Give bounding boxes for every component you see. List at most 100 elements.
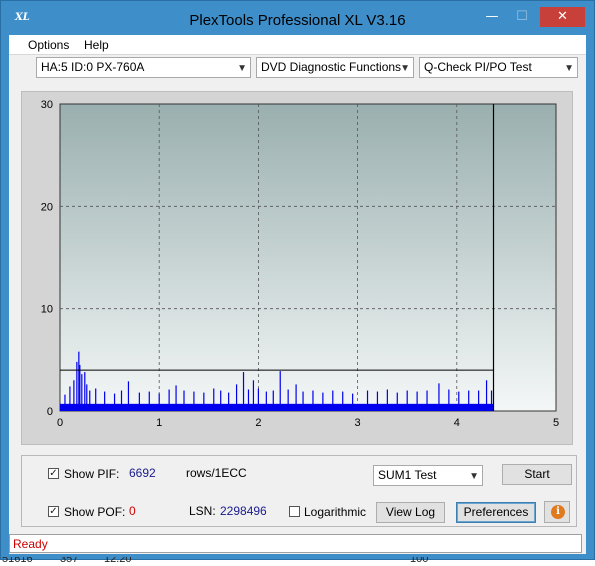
x-tick-label: 4 (454, 417, 460, 429)
chart-bar (416, 391, 418, 411)
bg-value-c: 12.20 (104, 557, 132, 565)
chart-bar (279, 371, 281, 411)
show-pof-label: Show POF: (64, 505, 126, 519)
chart-bar (366, 390, 369, 411)
lsn-label: LSN: (189, 504, 216, 518)
chart-bar (89, 390, 91, 411)
test-select-value: Q-Check PI/PO Test (424, 60, 532, 74)
bg-value-d: 100 (410, 557, 429, 565)
pof-value: 0 (129, 504, 136, 518)
function-select[interactable]: DVD Diagnostic Functions ▼ (256, 57, 414, 78)
chart-bar (148, 391, 150, 411)
menu-bar: Options Help (9, 35, 586, 54)
title-bar[interactable]: XL PlexTools Professional XL V3.16 — ☐ ✕ (1, 1, 594, 35)
status-bar: Ready (9, 534, 582, 553)
chart-bar (213, 388, 215, 411)
chart-bar (79, 364, 81, 411)
pi-po-chart: 0 1 2 3 4 5 0 10 20 30 (41, 99, 559, 429)
chart-bar (168, 389, 170, 411)
checkmark-icon: ✓ (49, 506, 58, 517)
chart-bar (220, 390, 222, 411)
chart-bar (426, 390, 428, 411)
chevron-down-icon: ▼ (400, 63, 410, 74)
y-tick-label: 20 (41, 201, 53, 213)
start-button[interactable]: Start (502, 464, 572, 485)
chart-bar (312, 390, 314, 411)
chart-bar (468, 390, 470, 411)
chart-bar (73, 380, 75, 411)
y-tick-label: 10 (41, 304, 53, 316)
chart-bar (193, 391, 195, 411)
logarithmic-label: Logarithmic (304, 505, 367, 519)
rows-label: rows/1ECC (186, 466, 247, 480)
chart-bar (235, 384, 238, 411)
chevron-down-icon: ▼ (237, 63, 247, 74)
x-tick-label: 5 (553, 417, 559, 429)
chart-bar (272, 390, 274, 411)
show-pif-label: Show PIF: (64, 467, 120, 481)
controls-panel: ✓ Show PIF: 6692 rows/1ECC SUM1 Test ▼ S… (21, 455, 577, 527)
x-tick-label: 1 (156, 417, 162, 429)
x-tick-label: 2 (255, 417, 261, 429)
chart-bar (138, 392, 140, 411)
preferences-button[interactable]: Preferences (456, 502, 536, 523)
plot-area (59, 103, 557, 412)
function-select-value: DVD Diagnostic Functions (261, 60, 402, 74)
chart-bar (458, 391, 460, 411)
y-tick-label: 0 (47, 406, 53, 418)
chart-bar (257, 388, 259, 411)
chart-bar-base (60, 403, 494, 411)
chart-bar (84, 372, 86, 411)
menu-separator (9, 54, 586, 55)
client-area: Options Help HA:5 ID:0 PX-760A ▼ DVD Dia… (9, 35, 586, 554)
logarithmic-checkbox[interactable] (289, 506, 300, 517)
chart-bar (485, 380, 488, 411)
chart-bar (228, 392, 230, 411)
window-title: PlexTools Professional XL V3.16 (189, 12, 406, 29)
maximize-button[interactable]: ☐ (509, 7, 535, 27)
checkmark-icon: ✓ (49, 468, 58, 479)
view-log-button[interactable]: View Log (376, 502, 445, 523)
show-pof-checkbox[interactable]: ✓ (48, 506, 59, 517)
sum-test-value: SUM1 Test (378, 468, 437, 482)
chart-bar (352, 393, 354, 411)
y-tick-label: 30 (41, 99, 53, 111)
chart-bar (76, 361, 78, 411)
chart-bar (448, 389, 450, 411)
chart-bar (69, 386, 71, 411)
status-text: Ready (13, 537, 48, 551)
lsn-value: 2298496 (220, 504, 267, 518)
chart-bar (332, 390, 334, 411)
chart-bar (490, 390, 493, 411)
bg-value-a: 51616 (2, 557, 33, 565)
chart-bar (376, 391, 379, 411)
chart-bar (242, 372, 245, 411)
chart-bar (265, 391, 267, 411)
show-pif-checkbox[interactable]: ✓ (48, 468, 59, 479)
menu-options[interactable]: Options (28, 38, 69, 52)
chevron-down-icon: ▼ (469, 471, 479, 482)
menu-help[interactable]: Help (84, 38, 109, 52)
chart-bar (95, 388, 97, 411)
test-select[interactable]: Q-Check PI/PO Test ▼ (419, 57, 578, 78)
bg-value-b: 357 (60, 557, 79, 565)
chart-bar (342, 391, 344, 411)
sum-test-select[interactable]: SUM1 Test ▼ (373, 465, 483, 486)
chart-bar (302, 391, 304, 411)
chart-bar (86, 384, 88, 411)
chart-bar (478, 390, 480, 411)
chart-bar (113, 393, 116, 411)
chevron-down-icon: ▼ (564, 63, 574, 74)
close-button[interactable]: ✕ (540, 7, 585, 27)
chart-bar (64, 394, 66, 411)
chart-bar (81, 374, 83, 411)
pif-value: 6692 (129, 466, 156, 480)
chart-bar (175, 385, 177, 411)
minimize-button[interactable]: — (479, 7, 505, 27)
x-tick-label: 0 (57, 417, 63, 429)
drive-select[interactable]: HA:5 ID:0 PX-760A ▼ (36, 57, 251, 78)
chart-bar (203, 392, 205, 411)
chart-bar (158, 393, 160, 411)
info-button[interactable]: i (544, 501, 570, 523)
chart-bar (295, 384, 297, 411)
